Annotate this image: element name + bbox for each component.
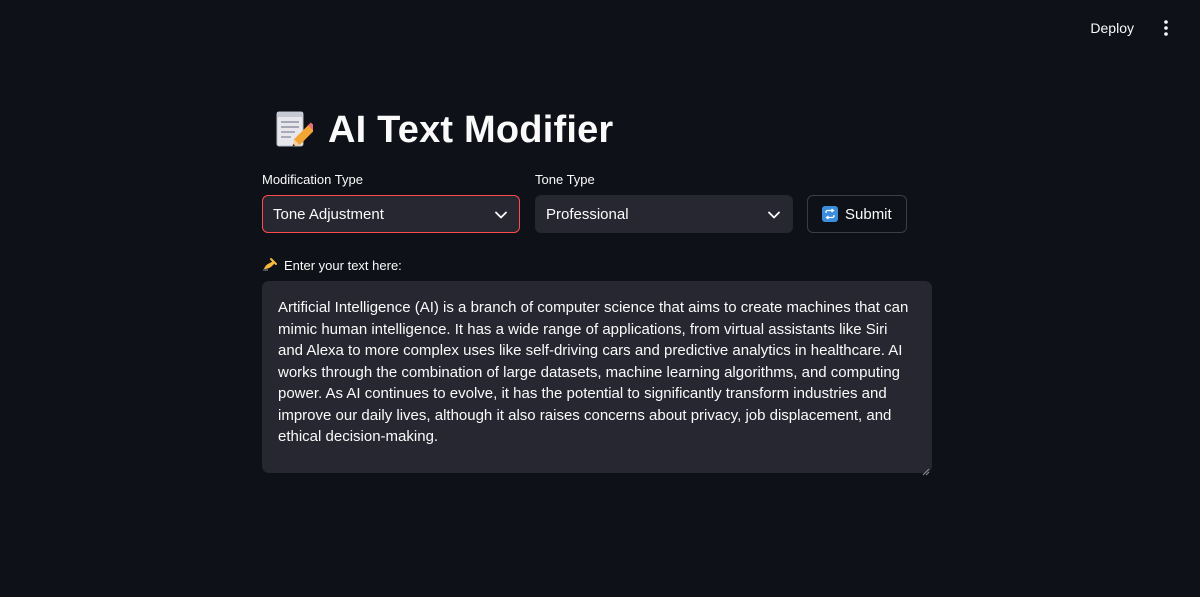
vertical-dots-icon[interactable] — [1156, 18, 1176, 38]
text-input-area[interactable]: Artificial Intelligence (AI) is a branch… — [262, 281, 932, 476]
modification-type-value: Tone Adjustment — [273, 205, 384, 223]
repeat-arrows-icon — [822, 206, 838, 222]
chevron-down-icon — [768, 206, 780, 223]
submit-label: Submit — [845, 205, 892, 223]
tone-type-label: Tone Type — [535, 172, 595, 187]
tone-type-select[interactable]: Professional — [535, 195, 793, 233]
title-row: AI Text Modifier — [272, 100, 932, 160]
page-title: AI Text Modifier — [328, 108, 614, 151]
modification-type-field: Modification Type Tone Adjustment — [262, 172, 520, 233]
tone-type-value: Professional — [546, 205, 629, 223]
text-input-value: Artificial Intelligence (AI) is a branch… — [278, 299, 909, 445]
tone-type-field: Tone Type Professional — [535, 172, 793, 233]
chevron-down-icon — [495, 206, 507, 223]
main-content: AI Text Modifier Modification Type Tone … — [262, 100, 932, 476]
memo-pencil-icon — [272, 107, 314, 153]
text-input-label-row: Enter your text here: — [262, 256, 932, 274]
resize-handle-icon[interactable] — [922, 463, 930, 476]
app-root: Deploy AI Text Modifier Modification Typ… — [0, 0, 1200, 597]
writing-hand-icon — [262, 257, 278, 274]
text-input-label: Enter your text here: — [284, 257, 402, 273]
submit-button[interactable]: Submit — [807, 195, 907, 233]
modification-type-select[interactable]: Tone Adjustment — [262, 195, 520, 233]
top-header: Deploy — [1086, 0, 1200, 56]
deploy-button[interactable]: Deploy — [1086, 14, 1138, 42]
controls-row: Modification Type Tone Adjustment Tone T… — [262, 172, 932, 242]
modification-type-label: Modification Type — [262, 172, 363, 187]
